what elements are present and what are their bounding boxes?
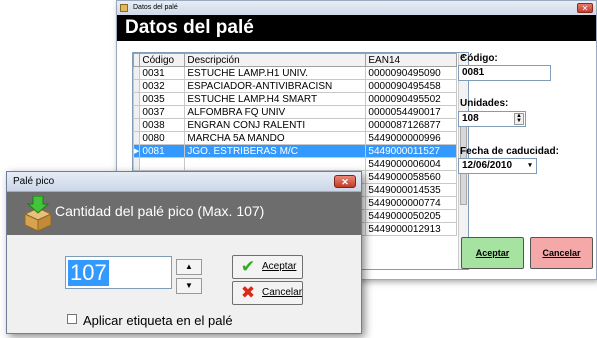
table-row[interactable]: 0037 ALFOMBRA FQ UNIV 0000054490017	[133, 105, 458, 119]
cell-ean14: 5449000058560	[365, 170, 458, 184]
table-row[interactable]: 0035 ESTUCHE LAMP.H4 SMART 0000090495502	[133, 92, 458, 106]
cell-ean14: 5449000011527	[365, 144, 458, 158]
cell-descripcion: ENGRAN CONJ RALENTI	[184, 118, 367, 132]
table-row[interactable]: 0032 ESPACIADOR-ANTIVIBRACISN 000009049545…	[133, 79, 458, 93]
dialog-titlebar: Palé pico ✕	[7, 172, 361, 192]
dialog-cancelar-label: Cancelar	[262, 287, 303, 298]
quantity-value: 107	[68, 260, 109, 286]
codigo-field[interactable]: 0081	[458, 65, 551, 81]
table-row[interactable]: 5449000006004	[133, 157, 458, 171]
quantity-input[interactable]: 107	[65, 256, 172, 289]
quantity-up-button[interactable]: ▲	[176, 259, 202, 275]
cell-descripcion	[184, 157, 367, 171]
checkbox-box[interactable]	[67, 314, 77, 324]
unidades-spinner[interactable]: ▲ ▼	[514, 113, 524, 125]
unidades-field[interactable]: 108 ▲ ▼	[458, 111, 526, 127]
red-x-icon: ✖	[240, 283, 256, 302]
codigo-label: Código:	[460, 53, 498, 64]
cell-descripcion: ALFOMBRA FQ UNIV	[184, 105, 367, 119]
table-row[interactable]: 0038 ENGRAN CONJ RALENTI 0000087126877	[133, 118, 458, 132]
fecha-caducidad-value: 12/06/2010	[462, 160, 513, 171]
cell-codigo: 0035	[139, 92, 186, 106]
table-row[interactable]: 0031 ESTUCHE LAMP.H1 UNIV. 0000090495090	[133, 66, 458, 80]
dialog-header-band: Cantidad del palé pico (Max. 107)	[7, 192, 361, 235]
dialog-cancelar-button[interactable]: ✖ Cancelar	[232, 281, 303, 305]
table-row[interactable]: 0080 MARCHA 5A MANDO 5449000000996	[133, 131, 458, 145]
fecha-caducidad-picker[interactable]: 12/06/2010 ▾	[458, 158, 537, 174]
cell-ean14: 5449000014535	[365, 183, 458, 197]
window-title: Datos del palé	[133, 4, 178, 11]
chevron-down-icon[interactable]: ▾	[525, 160, 535, 172]
cell-ean14: 5449000000774	[365, 196, 458, 210]
dialog-title: Palé pico	[13, 176, 55, 187]
cell-ean14: 0000090495502	[365, 92, 458, 106]
cell-descripcion: JGO. ESTRIBERAS M/C	[184, 144, 367, 158]
fecha-caducidad-label: Fecha de caducidad:	[460, 146, 559, 157]
cell-codigo: 0081	[139, 144, 186, 158]
dialog-close-button[interactable]: ✕	[334, 175, 356, 188]
cell-ean14: 0000090495090	[365, 66, 458, 80]
cell-ean14: 5449000012913	[365, 222, 458, 236]
unidades-label: Unidades:	[460, 98, 509, 109]
cell-descripcion: ESTUCHE LAMP.H4 SMART	[184, 92, 367, 106]
cell-codigo: 0080	[139, 131, 186, 145]
page-title: Datos del palé	[117, 15, 596, 41]
cell-ean14: 0000054490017	[365, 105, 458, 119]
table-row[interactable]: ▶ 0081 JGO. ESTRIBERAS M/C 5449000011527	[133, 144, 458, 158]
cancelar-button[interactable]: Cancelar	[530, 237, 593, 269]
window-titlebar: Datos del palé ✕	[117, 1, 596, 15]
column-header-ean14[interactable]: EAN14	[365, 53, 458, 67]
dialog-aceptar-button[interactable]: ✔ Aceptar	[232, 255, 303, 279]
cell-codigo: 0037	[139, 105, 186, 119]
column-header-descripcion[interactable]: Descripción	[184, 53, 367, 67]
unidades-value: 108	[462, 113, 479, 124]
cell-ean14: 0000087126877	[365, 118, 458, 132]
aplicar-etiqueta-label: Aplicar etiqueta en el palé	[83, 313, 233, 328]
aceptar-button[interactable]: Aceptar	[461, 237, 524, 269]
cell-descripcion: MARCHA 5A MANDO	[184, 131, 367, 145]
quantity-down-button[interactable]: ▼	[176, 278, 202, 294]
pale-pico-dialog: Palé pico ✕ Cantidad del palé pico (Max.…	[6, 171, 362, 334]
cell-ean14: 5449000050205	[365, 209, 458, 223]
cell-ean14: 5449000006004	[365, 157, 458, 171]
cell-codigo	[139, 157, 186, 171]
table-header-row: Código Descripción EAN14	[133, 53, 458, 67]
green-checkmark-icon: ✔	[240, 257, 256, 276]
cell-ean14: 0000090495458	[365, 79, 458, 93]
cell-descripcion: ESPACIADOR-ANTIVIBRACISN	[184, 79, 367, 93]
aplicar-etiqueta-checkbox[interactable]: Aplicar etiqueta en el palé	[67, 313, 233, 328]
app-icon	[120, 4, 128, 12]
cell-codigo: 0032	[139, 79, 186, 93]
cell-codigo: 0031	[139, 66, 186, 80]
cell-descripcion: ESTUCHE LAMP.H1 UNIV.	[184, 66, 367, 80]
column-header-codigo[interactable]: Código	[139, 53, 186, 67]
cell-codigo: 0038	[139, 118, 186, 132]
dialog-aceptar-label: Aceptar	[262, 261, 297, 272]
box-download-icon	[23, 196, 53, 232]
dialog-heading: Cantidad del palé pico (Max. 107)	[55, 203, 265, 219]
close-button[interactable]: ✕	[577, 3, 593, 13]
cell-ean14: 5449000000996	[365, 131, 458, 145]
